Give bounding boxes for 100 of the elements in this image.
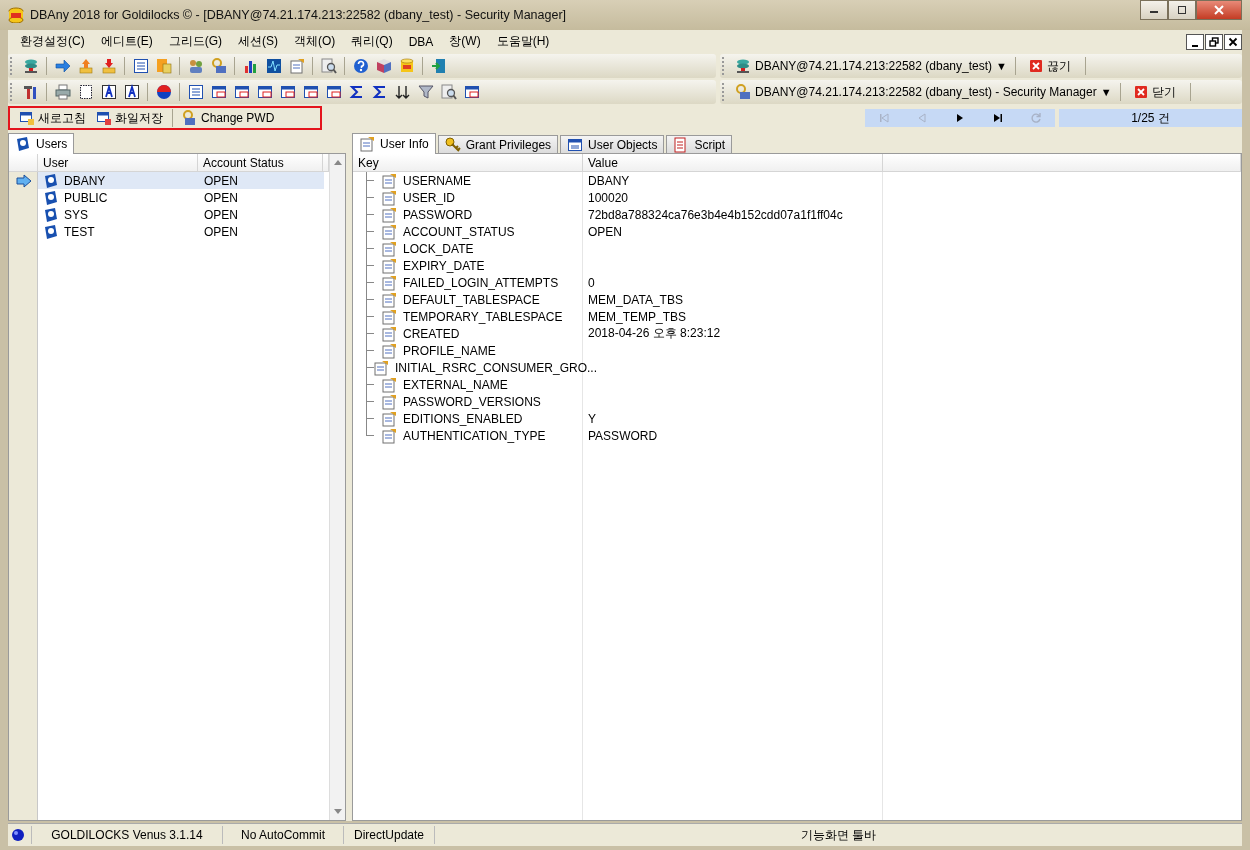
value-cell: 0 bbox=[588, 275, 595, 290]
value-cell: OPEN bbox=[588, 224, 622, 239]
key-cell: PASSWORD_VERSIONS bbox=[403, 394, 541, 409]
property-icon bbox=[381, 393, 397, 410]
menu-item[interactable]: 에디트(E) bbox=[92, 33, 161, 50]
menu-item[interactable]: 쿼리(Q) bbox=[343, 33, 401, 50]
user-icon bbox=[43, 189, 59, 206]
key-cell: EDITIONS_ENABLED bbox=[403, 411, 523, 426]
key-cell: USERNAME bbox=[403, 173, 471, 188]
tab[interactable]: Script bbox=[666, 135, 733, 153]
window-icon bbox=[567, 136, 584, 153]
scroll-up-icon[interactable] bbox=[333, 159, 342, 165]
value-cell: 72bd8a788324ca76e3b4e4b152cdd07a1f1ff04c bbox=[588, 207, 843, 222]
key-cell: INITIAL_RSRC_CONSUMER_GRO... bbox=[395, 360, 598, 375]
key-cell: EXTERNAL_NAME bbox=[403, 377, 508, 392]
property-icon bbox=[381, 308, 397, 325]
property-icon bbox=[381, 189, 397, 206]
key-cell: ACCOUNT_STATUS bbox=[403, 224, 515, 239]
database-icon bbox=[735, 58, 751, 74]
close-button[interactable] bbox=[1224, 33, 1242, 50]
toolbar-status: 기능화면 툴바 bbox=[434, 826, 1242, 844]
key-icon bbox=[444, 136, 461, 153]
current-row-icon bbox=[15, 172, 32, 189]
close-window-button[interactable]: 닫기 bbox=[1128, 83, 1182, 101]
version-status: GOLDILOCKS Venus 3.1.14 bbox=[31, 826, 222, 844]
table-row[interactable]: PUBLIC OPEN bbox=[9, 189, 329, 206]
value-cell: MEM_TEMP_TBS bbox=[588, 309, 686, 324]
column-header[interactable]: Value bbox=[583, 154, 883, 171]
user-icon bbox=[43, 223, 59, 240]
minimize-button[interactable] bbox=[1140, 0, 1168, 20]
close-icon bbox=[1213, 5, 1225, 15]
save-file-button[interactable]: 화일저장 bbox=[91, 109, 168, 127]
refresh-button[interactable]: 새로고침 bbox=[14, 109, 91, 127]
property-icon bbox=[381, 325, 397, 342]
key-cell: LOCK_DATE bbox=[403, 241, 474, 256]
status-cell-text: OPEN bbox=[203, 223, 239, 240]
scroll-down-icon[interactable] bbox=[333, 809, 342, 815]
maximize-button[interactable] bbox=[1168, 0, 1196, 20]
menu-item[interactable]: 도움말(H) bbox=[488, 33, 558, 50]
users-tab[interactable]: Users bbox=[8, 133, 75, 154]
minimize-button[interactable] bbox=[1186, 33, 1204, 50]
property-icon bbox=[381, 206, 397, 223]
key-cell: DEFAULT_TABLESPACE bbox=[403, 292, 540, 307]
status-cell-text: OPEN bbox=[203, 189, 239, 206]
column-header[interactable]: Account Status bbox=[198, 154, 323, 171]
key-cell: EXPIRY_DATE bbox=[403, 258, 485, 273]
value-cell: 100020 bbox=[588, 190, 629, 205]
close-icon bbox=[1134, 86, 1147, 98]
tab[interactable]: User Objects bbox=[560, 135, 665, 153]
value-cell: PASSWORD bbox=[588, 428, 658, 443]
scrollbar[interactable] bbox=[329, 154, 345, 820]
table-row[interactable]: TEST OPEN bbox=[9, 223, 329, 240]
user-cell: SYS bbox=[64, 207, 88, 222]
menu-item[interactable]: 객체(O) bbox=[286, 33, 344, 50]
property-icon bbox=[381, 257, 397, 274]
key-cell: PROFILE_NAME bbox=[403, 343, 496, 358]
key-cell: TEMPORARY_TABLESPACE bbox=[403, 309, 563, 324]
property-icon bbox=[381, 240, 397, 257]
status-cell-text: OPEN bbox=[203, 172, 239, 189]
dropdown-toggle[interactable]: ▼ bbox=[1100, 86, 1112, 98]
property-icon bbox=[381, 291, 397, 308]
property-icon bbox=[381, 274, 397, 291]
menu-item[interactable]: DBA bbox=[400, 34, 442, 49]
key-cell: PASSWORD bbox=[403, 207, 473, 222]
record-count: 1/25 건 bbox=[1059, 109, 1242, 127]
connection-label[interactable]: DBANY@74.21.174.213:22582 (dbany_test) bbox=[755, 59, 992, 73]
user-icon bbox=[43, 206, 59, 223]
property-icon bbox=[373, 359, 389, 376]
user-icon bbox=[15, 136, 31, 152]
property-icon bbox=[381, 342, 397, 359]
window-label[interactable]: DBANY@74.21.174.213:22582 (dbany_test) - Security Manager bbox=[755, 85, 1097, 99]
menu-item[interactable]: 환경설정(C) bbox=[12, 33, 93, 50]
note-icon bbox=[359, 136, 375, 152]
dropdown-toggle[interactable]: ▼ bbox=[996, 60, 1007, 72]
column-header[interactable]: Key bbox=[353, 154, 583, 171]
change-password-button[interactable]: Change PWD bbox=[177, 110, 280, 126]
table-row[interactable]: SYS OPEN bbox=[9, 206, 329, 223]
menu-item[interactable]: 창(W) bbox=[441, 33, 489, 50]
close-icon bbox=[1228, 36, 1238, 47]
update-status: DirectUpdate bbox=[343, 826, 434, 844]
close-icon bbox=[1029, 60, 1042, 72]
restore-button[interactable] bbox=[1205, 33, 1223, 50]
tab[interactable]: User Info bbox=[352, 133, 436, 154]
property-icon bbox=[381, 172, 397, 189]
app-logo-icon bbox=[8, 7, 24, 23]
disconnect-button[interactable]: 끊기 bbox=[1023, 57, 1077, 75]
property-icon bbox=[381, 410, 397, 427]
minimize-icon bbox=[1192, 44, 1198, 47]
window-icon bbox=[19, 110, 35, 126]
property-icon bbox=[381, 427, 397, 444]
tab[interactable]: Grant Privileges bbox=[437, 135, 559, 153]
menu-item[interactable]: 그리드(G) bbox=[160, 33, 230, 50]
commit-status: No AutoCommit bbox=[222, 826, 343, 844]
menu-item[interactable]: 세션(S) bbox=[230, 33, 286, 50]
connection-status-icon bbox=[11, 828, 25, 842]
value-cell: DBANY bbox=[588, 173, 630, 188]
property-icon bbox=[381, 223, 397, 240]
column-header[interactable]: User bbox=[38, 154, 198, 171]
user-cell: PUBLIC bbox=[64, 190, 108, 205]
user-icon bbox=[43, 172, 59, 189]
